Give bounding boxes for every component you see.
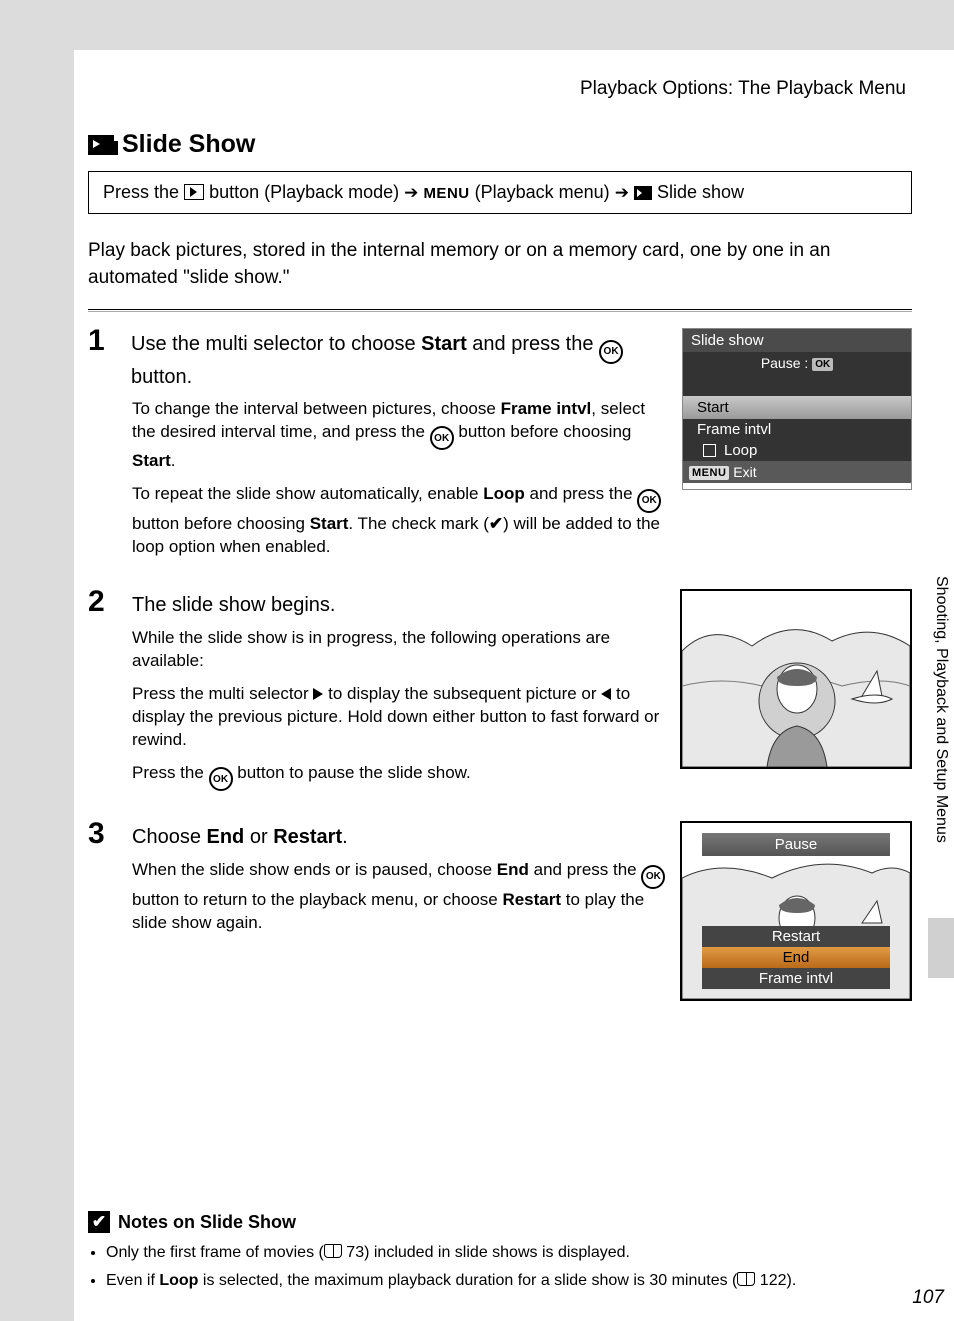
step-number: 2 [88, 585, 116, 619]
menu-gap [683, 374, 911, 396]
note-item: Only the first frame of movies ( 73) inc… [106, 1241, 912, 1265]
pause-menu-screenshot: Pause Restart End Frame intvl [680, 821, 912, 1001]
ok-icon: OK [641, 865, 665, 889]
menu-item-start: Start [683, 396, 911, 419]
notes-title: Notes on Slide Show [118, 1212, 296, 1233]
step-body: When the slide show ends or is paused, c… [132, 859, 668, 935]
pause-menu: Restart End Frame intvl [702, 926, 890, 989]
ok-tag: OK [812, 358, 833, 371]
slideshow-icon [88, 135, 114, 155]
step-number: 1 [88, 324, 115, 358]
ok-icon: OK [599, 340, 623, 364]
pause-title: Pause [702, 833, 890, 856]
left-arrow-icon [601, 688, 611, 700]
page-title: Slide Show [122, 130, 255, 159]
navigation-path: Press the button (Playback mode) ➔ MENU … [88, 171, 912, 214]
path-text: Slide show [657, 182, 744, 202]
header-section: Playback Options: The Playback Menu [88, 78, 912, 100]
side-tab-marker [928, 918, 954, 978]
book-icon [324, 1244, 342, 1258]
checkbox-icon [703, 444, 716, 457]
step-title: The slide show begins. [132, 592, 335, 618]
note-item: Even if Loop is selected, the maximum pl… [106, 1269, 912, 1293]
menu-item-end: End [702, 947, 890, 968]
menu-item-loop: Loop [683, 440, 911, 461]
step-2: 2 The slide show begins. While the slide… [88, 585, 912, 801]
menu-label: MENU [423, 185, 469, 202]
arrow-icon: ➔ [404, 183, 418, 202]
slideshow-small-icon [634, 186, 652, 200]
menu-item-frame: Frame intvl [683, 419, 911, 440]
content: Playback Options: The Playback Menu Slid… [74, 78, 954, 1293]
page-number: 107 [912, 1287, 944, 1309]
check-icon: ✔ [489, 514, 503, 533]
right-arrow-icon [313, 688, 323, 700]
ok-icon: OK [430, 426, 454, 450]
step-title: Use the multi selector to choose Start a… [131, 331, 670, 390]
step-body: While the slide show is in progress, the… [132, 627, 668, 791]
notes-section: ✔ Notes on Slide Show Only the first fra… [88, 1211, 912, 1293]
step-title: Choose End or Restart. [132, 824, 348, 850]
menu-pause-hint: Pause : OK [683, 352, 911, 374]
path-text: (Playback menu) [475, 182, 615, 202]
sample-photo-illustration [680, 589, 912, 769]
title-row: Slide Show [88, 130, 912, 159]
step-left: 1 Use the multi selector to choose Start… [88, 324, 670, 569]
step-1: 1 Use the multi selector to choose Start… [88, 324, 912, 569]
menu-item-frame: Frame intvl [702, 968, 890, 989]
menu-tag: MENU [689, 466, 729, 480]
notes-icon: ✔ [88, 1211, 110, 1233]
book-icon [737, 1272, 755, 1286]
playback-icon [184, 184, 204, 200]
step-3: 3 Choose End or Restart. When the slide … [88, 817, 912, 1001]
divider [88, 309, 912, 312]
menu-item-restart: Restart [702, 926, 890, 947]
step-left: 3 Choose End or Restart. When the slide … [88, 817, 668, 1001]
intro-text: Play back pictures, stored in the intern… [88, 238, 912, 291]
menu-title: Slide show [683, 329, 911, 352]
side-tab-label: Shooting, Playback and Setup Menus [930, 570, 954, 849]
menu-footer: MENU Exit [683, 461, 911, 483]
ok-icon: OK [209, 767, 233, 791]
path-text: Press the [103, 182, 184, 202]
arrow-icon: ➔ [615, 183, 629, 202]
step-number: 3 [88, 817, 116, 851]
step-left: 2 The slide show begins. While the slide… [88, 585, 668, 801]
ok-icon: OK [637, 489, 661, 513]
camera-menu-screenshot: Slide show Pause : OK Start Frame intvl … [682, 328, 912, 490]
path-text: button (Playback mode) [209, 182, 404, 202]
page: Playback Options: The Playback Menu Slid… [74, 50, 954, 1321]
step-body: To change the interval between pictures,… [132, 398, 670, 559]
